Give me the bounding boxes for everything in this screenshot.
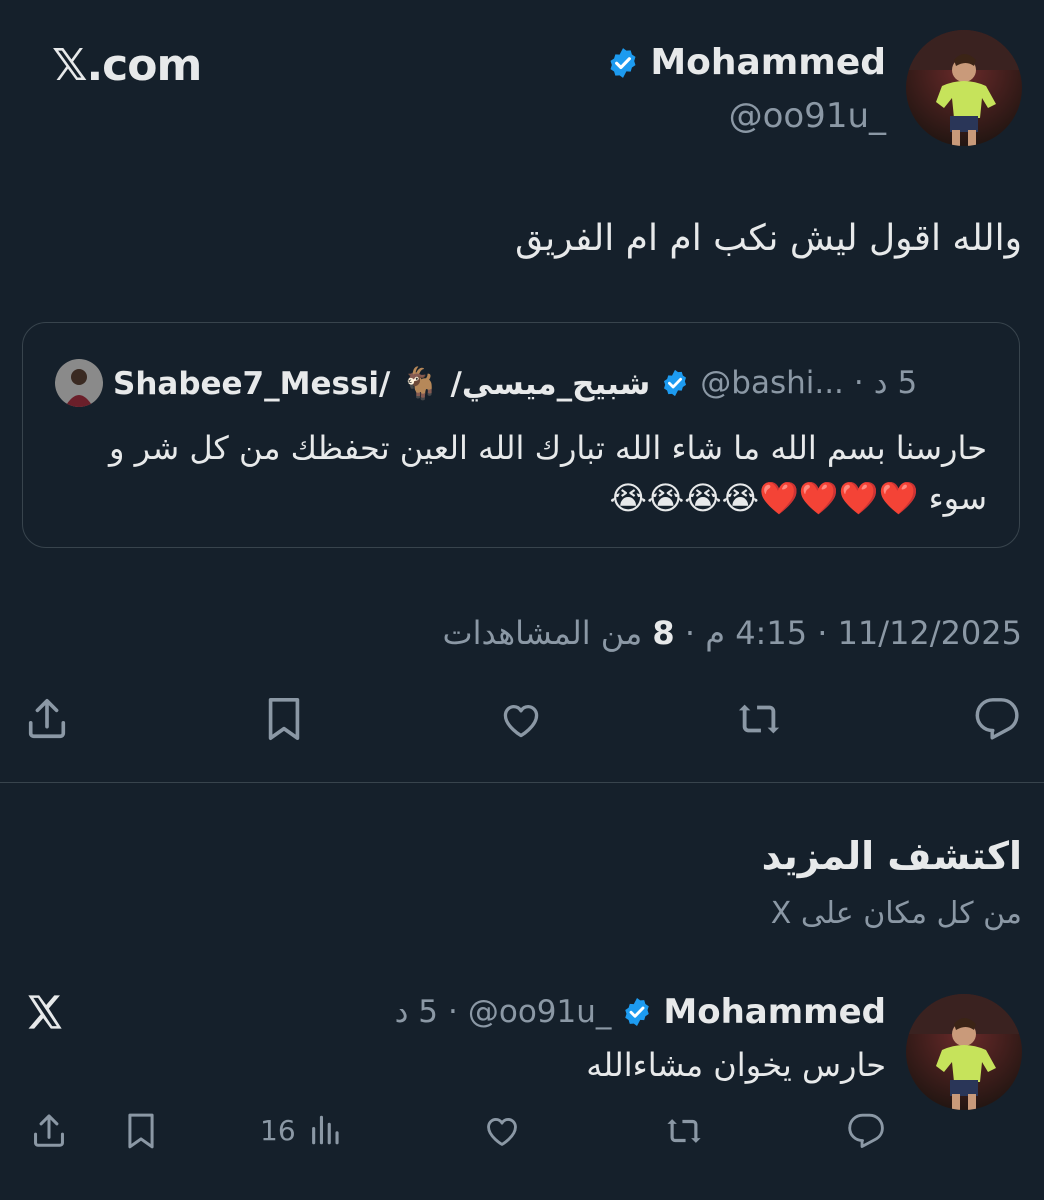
author-avatar[interactable] <box>906 30 1022 146</box>
views-count: 8 <box>652 614 675 652</box>
tweet-time: 4:15 م <box>705 614 808 652</box>
tweet-meta: 11/12/2025 · 4:15 م · 8 من المشاهدات <box>442 614 1022 652</box>
verified-badge-icon <box>606 46 640 80</box>
quote-header: Shabee7_Messi/ 🐐 /شبيح_ميسي @bashi... · … <box>55 359 917 407</box>
post-author-avatar[interactable] <box>906 994 1022 1110</box>
reply-icon[interactable] <box>974 696 1020 742</box>
quote-author-handle[interactable]: @bashi... <box>700 365 844 401</box>
post-views[interactable]: 16 <box>260 1112 342 1148</box>
post-author-handle[interactable]: @oo91u_ <box>468 994 612 1030</box>
post-bookmark-icon[interactable] <box>124 1112 158 1150</box>
quote-verified-badge-icon <box>660 368 690 398</box>
views-label: من المشاهدات <box>442 614 643 652</box>
post-text: حارس يخوان مشاءالله <box>586 1046 886 1084</box>
bookmark-icon[interactable] <box>264 696 304 742</box>
x-logo-icon <box>24 992 66 1032</box>
section-divider <box>0 782 1044 783</box>
like-icon[interactable] <box>498 698 544 742</box>
x-logo-brand: 𝕏.com <box>52 40 202 91</box>
quote-dot: · <box>853 365 864 401</box>
post-verified-badge-icon <box>621 996 653 1028</box>
post-like-icon[interactable] <box>482 1112 522 1150</box>
post-views-count: 16 <box>260 1113 296 1147</box>
post-reply-icon[interactable] <box>846 1112 886 1150</box>
quote-author-name[interactable]: Shabee7_Messi/ 🐐 /شبيح_ميسي <box>113 365 650 402</box>
author-handle[interactable]: @oo91u_ <box>729 96 886 136</box>
post-author-name[interactable]: Mohammed <box>663 992 886 1032</box>
quote-author-avatar[interactable] <box>55 359 103 407</box>
retweet-icon[interactable] <box>734 696 784 742</box>
post-time: 5 د <box>394 994 439 1030</box>
discover-subtitle: من كل مكان على X <box>770 896 1022 931</box>
discover-title: اكتشف المزيد <box>761 834 1022 878</box>
author-name[interactable]: Mohammed <box>650 42 886 83</box>
post-dot: · <box>448 994 458 1030</box>
post-retweet-icon[interactable] <box>662 1112 706 1150</box>
post-author-row: 5 د · @oo91u_ Mohammed <box>395 992 886 1032</box>
tweet-date: 11/12/2025 <box>837 614 1022 652</box>
post-share-icon[interactable] <box>30 1112 68 1150</box>
quote-time: 5 د <box>873 365 918 401</box>
views-chart-icon <box>308 1112 342 1148</box>
share-icon[interactable] <box>24 696 70 742</box>
quote-text: حارسنا بسم الله ما شاء الله تبارك الله ا… <box>109 429 987 517</box>
tweet-text: والله اقول ليش نكب ام ام الفريق <box>515 218 1022 259</box>
author-row: Mohammed <box>606 42 886 83</box>
quote-tweet-card[interactable]: Shabee7_Messi/ 🐐 /شبيح_ميسي @bashi... · … <box>22 322 1020 548</box>
